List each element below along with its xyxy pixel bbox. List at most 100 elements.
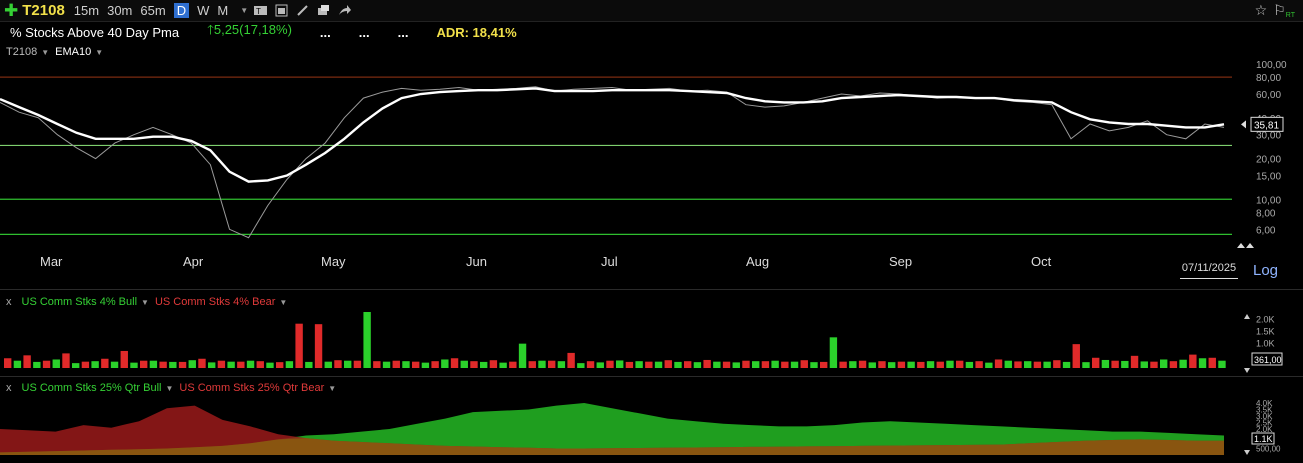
series-line-t2108 bbox=[0, 86, 1225, 239]
bar-bull bbox=[208, 362, 216, 368]
timeframe-15m[interactable]: 15m bbox=[74, 3, 99, 18]
bar-bull bbox=[926, 361, 935, 368]
scroll-up-arrow-2 bbox=[1246, 243, 1254, 248]
bar-bear bbox=[1092, 357, 1100, 368]
bar-bear bbox=[353, 360, 362, 368]
bar-bear bbox=[839, 361, 847, 368]
log-scale-toggle[interactable]: Log bbox=[1253, 262, 1278, 279]
bar-bull bbox=[305, 361, 313, 368]
last-value-label: 361,00 bbox=[1254, 355, 1282, 365]
compare-icon[interactable]: T bbox=[254, 4, 268, 17]
calendar-icon[interactable] bbox=[275, 4, 288, 17]
bar-bull bbox=[577, 363, 585, 368]
timeframe-30m[interactable]: 30m bbox=[107, 3, 132, 18]
bar-bear bbox=[664, 360, 672, 368]
chart-toolbar: ✚ T2108 15m 30m 65m D W M ▼ T ☆ ⚐RT bbox=[0, 0, 1303, 22]
bar-bear bbox=[722, 361, 731, 368]
breadth-25pct-chart[interactable]: 4.0K3.5K3.0K2.5K2.0K1.5K500,001.1K bbox=[0, 377, 1303, 463]
bar-bull bbox=[1198, 358, 1207, 368]
info-dots-1[interactable]: ... bbox=[320, 25, 331, 40]
bar-bull bbox=[1121, 360, 1129, 368]
share-icon[interactable] bbox=[338, 4, 352, 17]
bar-bear bbox=[761, 361, 770, 368]
bar-bear bbox=[237, 361, 245, 368]
main-chart[interactable]: 100,0080,0060,0040,0030,0020,0015,0010,0… bbox=[0, 42, 1303, 287]
bar-bull bbox=[888, 362, 896, 368]
bar-bull bbox=[829, 337, 838, 368]
bar-bull bbox=[596, 362, 604, 368]
bar-bull bbox=[1101, 359, 1110, 368]
breadth-4pct-chart[interactable]: 2.0K 1.5K 1.0K 361,00 bbox=[0, 290, 1303, 375]
bar-bull bbox=[1043, 361, 1051, 368]
x-tick-label: Sep bbox=[889, 254, 912, 269]
bar-bull bbox=[266, 362, 274, 368]
bar-bull bbox=[285, 361, 294, 368]
bar-bear bbox=[256, 361, 264, 368]
y-tick-label: 500,00 bbox=[1256, 445, 1281, 454]
bar-bear bbox=[548, 360, 556, 368]
info-dots-2[interactable]: ... bbox=[359, 25, 370, 40]
timeframe-65m[interactable]: 65m bbox=[140, 3, 165, 18]
y-tick-label: 2.0K bbox=[1256, 314, 1275, 324]
flag-icon[interactable]: ⚐RT bbox=[1273, 2, 1295, 19]
x-tick-label: Apr bbox=[183, 254, 204, 269]
x-tick-label: Mar bbox=[40, 254, 63, 269]
bar-bull bbox=[518, 343, 527, 368]
bar-bear bbox=[314, 324, 323, 368]
scroll-down-arrow bbox=[1244, 450, 1250, 455]
star-icon[interactable]: ☆ bbox=[1255, 2, 1268, 19]
change-text: 5,25(17,18%) bbox=[213, 22, 292, 37]
info-dots-3[interactable]: ... bbox=[398, 25, 409, 40]
y-tick-label: 80,00 bbox=[1256, 73, 1281, 84]
bar-bear bbox=[897, 361, 906, 368]
bar-bear bbox=[606, 360, 614, 368]
bar-bear bbox=[392, 360, 400, 368]
bar-bear bbox=[567, 352, 575, 368]
timeframe-dropdown-icon[interactable]: ▼ bbox=[240, 6, 248, 15]
bar-bear bbox=[412, 361, 420, 368]
bar-bull bbox=[363, 312, 371, 368]
y-tick-label: 1.0K bbox=[1256, 339, 1275, 349]
bar-bull bbox=[169, 361, 177, 368]
timeframe-daily[interactable]: D bbox=[173, 3, 190, 18]
timeframe-monthly[interactable]: M bbox=[217, 3, 228, 18]
bar-bear bbox=[858, 360, 867, 368]
bar-bull bbox=[52, 359, 60, 368]
bar-bear bbox=[528, 361, 536, 368]
last-date: 07/11/2025 bbox=[1180, 262, 1238, 279]
bar-bear bbox=[276, 362, 284, 368]
bar-bear bbox=[1130, 355, 1139, 368]
up-arrow-icon: 🡑 bbox=[207, 22, 214, 37]
bar-bull bbox=[1179, 359, 1187, 368]
y-tick-label: 20,00 bbox=[1256, 155, 1281, 166]
last-value-label: 1.1K bbox=[1254, 434, 1273, 444]
y-tick-label: 30,00 bbox=[1256, 131, 1281, 142]
x-tick-label: Jun bbox=[466, 254, 487, 269]
bar-bull bbox=[557, 361, 566, 368]
bar-bull bbox=[13, 360, 22, 368]
bar-bear bbox=[198, 358, 206, 368]
tools-icon[interactable] bbox=[317, 4, 330, 17]
bar-bear bbox=[81, 361, 90, 368]
symbol-label[interactable]: T2108 bbox=[22, 2, 65, 19]
pencil-icon[interactable] bbox=[296, 4, 309, 17]
bar-bear bbox=[800, 360, 808, 368]
bar-bull bbox=[460, 360, 468, 368]
bar-bear bbox=[295, 323, 303, 368]
bar-bull bbox=[810, 362, 818, 368]
add-symbol-icon[interactable]: ✚ bbox=[4, 1, 18, 21]
bar-bear bbox=[159, 361, 167, 368]
bar-bear bbox=[42, 360, 51, 368]
bar-bull bbox=[849, 361, 857, 368]
bar-bear bbox=[625, 361, 634, 368]
bar-bear bbox=[217, 360, 226, 368]
scroll-up-arrow bbox=[1237, 243, 1245, 248]
bar-bull bbox=[227, 361, 235, 368]
y-tick-label: 6,00 bbox=[1256, 225, 1276, 236]
bar-bear bbox=[878, 361, 886, 368]
timeframe-weekly[interactable]: W bbox=[197, 3, 209, 18]
bar-bull bbox=[382, 361, 391, 368]
bar-bull bbox=[965, 361, 974, 368]
bar-bull bbox=[91, 361, 99, 368]
adr-value: ADR: 18,41% bbox=[436, 24, 517, 40]
